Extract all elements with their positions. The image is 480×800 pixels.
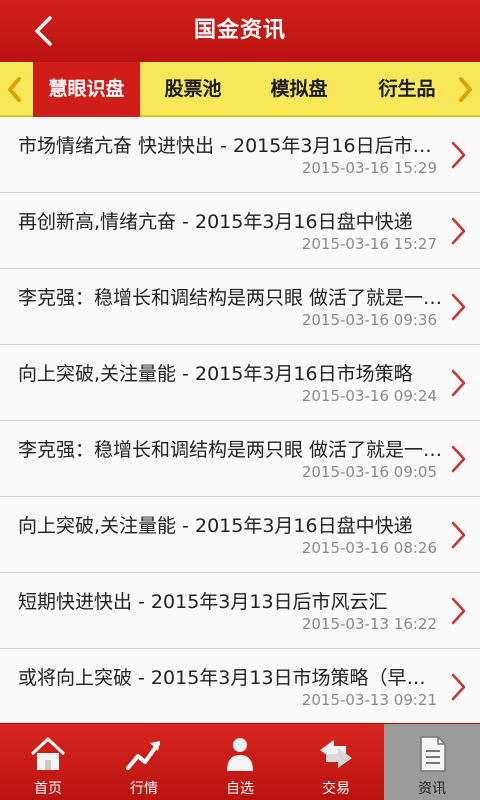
chevron-right-icon bbox=[451, 369, 466, 397]
nav-news[interactable]: 资讯 bbox=[384, 724, 480, 800]
news-item[interactable]: 或将向上突破 - 2015年3月13日市场策略（早盘） 2015-03-13 0… bbox=[0, 649, 480, 723]
news-title: 向上突破,关注量能 - 2015年3月16日盘中快递 bbox=[18, 515, 413, 537]
tab-huiyan[interactable]: 慧眼识盘 bbox=[33, 62, 140, 117]
news-time: 2015-03-16 15:29 bbox=[301, 159, 437, 177]
nav-market[interactable]: 行情 bbox=[96, 724, 192, 800]
news-item[interactable]: 市场情绪亢奋 快进快出 - 2015年3月16日后市风云汇 2015-03-16… bbox=[0, 117, 480, 193]
news-time: 2015-03-13 16:22 bbox=[301, 615, 437, 633]
news-item[interactable]: 再创新高,情绪亢奋 - 2015年3月16日盘中快递 2015-03-16 15… bbox=[0, 193, 480, 269]
news-list: 市场情绪亢奋 快进快出 - 2015年3月16日后市风云汇 2015-03-16… bbox=[0, 117, 480, 723]
nav-label: 交易 bbox=[322, 781, 350, 797]
nav-trade[interactable]: 交易 bbox=[288, 724, 384, 800]
news-title: 短期快进快出 - 2015年3月13日后市风云汇 bbox=[18, 591, 388, 613]
news-time: 2015-03-16 09:05 bbox=[301, 463, 437, 481]
news-title: 李克强：稳增长和调结构是两只眼 做活了就是一盘好棋 bbox=[18, 439, 443, 461]
news-time: 2015-03-16 09:36 bbox=[301, 311, 437, 329]
header-bar: 国金资讯 bbox=[0, 0, 480, 62]
page-title: 国金资讯 bbox=[193, 18, 286, 43]
category-tabs: 慧眼识盘 股票池 模拟盘 衍生品 bbox=[0, 62, 480, 117]
nav-label: 资讯 bbox=[418, 781, 446, 797]
news-title: 李克强：稳增长和调结构是两只眼 做活了就是一盘好棋 bbox=[18, 287, 443, 309]
chevron-right-icon bbox=[451, 217, 466, 245]
trend-chart-icon bbox=[126, 741, 160, 770]
chevron-right-icon bbox=[451, 597, 466, 625]
chevron-right-icon bbox=[451, 673, 466, 701]
tab-derivatives[interactable]: 衍生品 bbox=[360, 62, 454, 117]
nav-watchlist[interactable]: 自选 bbox=[192, 724, 288, 800]
app-screen: 国金资讯 慧眼识盘 股票池 模拟盘 衍生品 市场情绪亢奋 快进快出 - 2015… bbox=[0, 0, 480, 800]
scroll-right-arrow-icon[interactable] bbox=[454, 62, 478, 117]
chevron-right-icon bbox=[451, 141, 466, 169]
news-title: 市场情绪亢奋 快进快出 - 2015年3月16日后市风云汇 bbox=[18, 135, 443, 157]
scroll-left-arrow-icon[interactable] bbox=[2, 62, 26, 117]
tab-stock-pool[interactable]: 股票池 bbox=[146, 62, 240, 117]
news-item[interactable]: 短期快进快出 - 2015年3月13日后市风云汇 2015-03-13 16:2… bbox=[0, 573, 480, 649]
news-item[interactable]: 李克强：稳增长和调结构是两只眼 做活了就是一盘好棋 2015-03-16 09:… bbox=[0, 269, 480, 345]
person-icon bbox=[227, 738, 253, 771]
bottom-navigation: 首页 行情 自选 交易 资讯 bbox=[0, 723, 480, 800]
nav-home[interactable]: 首页 bbox=[0, 724, 96, 800]
document-icon bbox=[420, 736, 446, 772]
home-icon bbox=[30, 737, 66, 770]
news-item[interactable]: 向上突破,关注量能 - 2015年3月16日市场策略 2015-03-16 09… bbox=[0, 345, 480, 421]
nav-label: 行情 bbox=[130, 781, 158, 797]
nav-label: 自选 bbox=[226, 781, 254, 797]
news-time: 2015-03-13 09:21 bbox=[301, 691, 437, 709]
news-time: 2015-03-16 09:24 bbox=[301, 387, 437, 405]
news-time: 2015-03-16 08:26 bbox=[301, 539, 437, 557]
chevron-right-icon bbox=[451, 293, 466, 321]
news-title: 或将向上突破 - 2015年3月13日市场策略（早盘） bbox=[18, 667, 443, 689]
news-title: 向上突破,关注量能 - 2015年3月16日市场策略 bbox=[18, 363, 413, 385]
news-title: 再创新高,情绪亢奋 - 2015年3月16日盘中快递 bbox=[18, 211, 413, 233]
chevron-right-icon bbox=[451, 521, 466, 549]
news-time: 2015-03-16 15:27 bbox=[301, 235, 437, 253]
news-item[interactable]: 向上突破,关注量能 - 2015年3月16日盘中快递 2015-03-16 08… bbox=[0, 497, 480, 573]
trade-icon bbox=[320, 740, 352, 768]
nav-label: 首页 bbox=[34, 781, 62, 797]
chevron-right-icon bbox=[451, 445, 466, 473]
tab-simulation[interactable]: 模拟盘 bbox=[252, 62, 346, 117]
news-item[interactable]: 李克强：稳增长和调结构是两只眼 做活了就是一盘好棋 2015-03-16 09:… bbox=[0, 421, 480, 497]
